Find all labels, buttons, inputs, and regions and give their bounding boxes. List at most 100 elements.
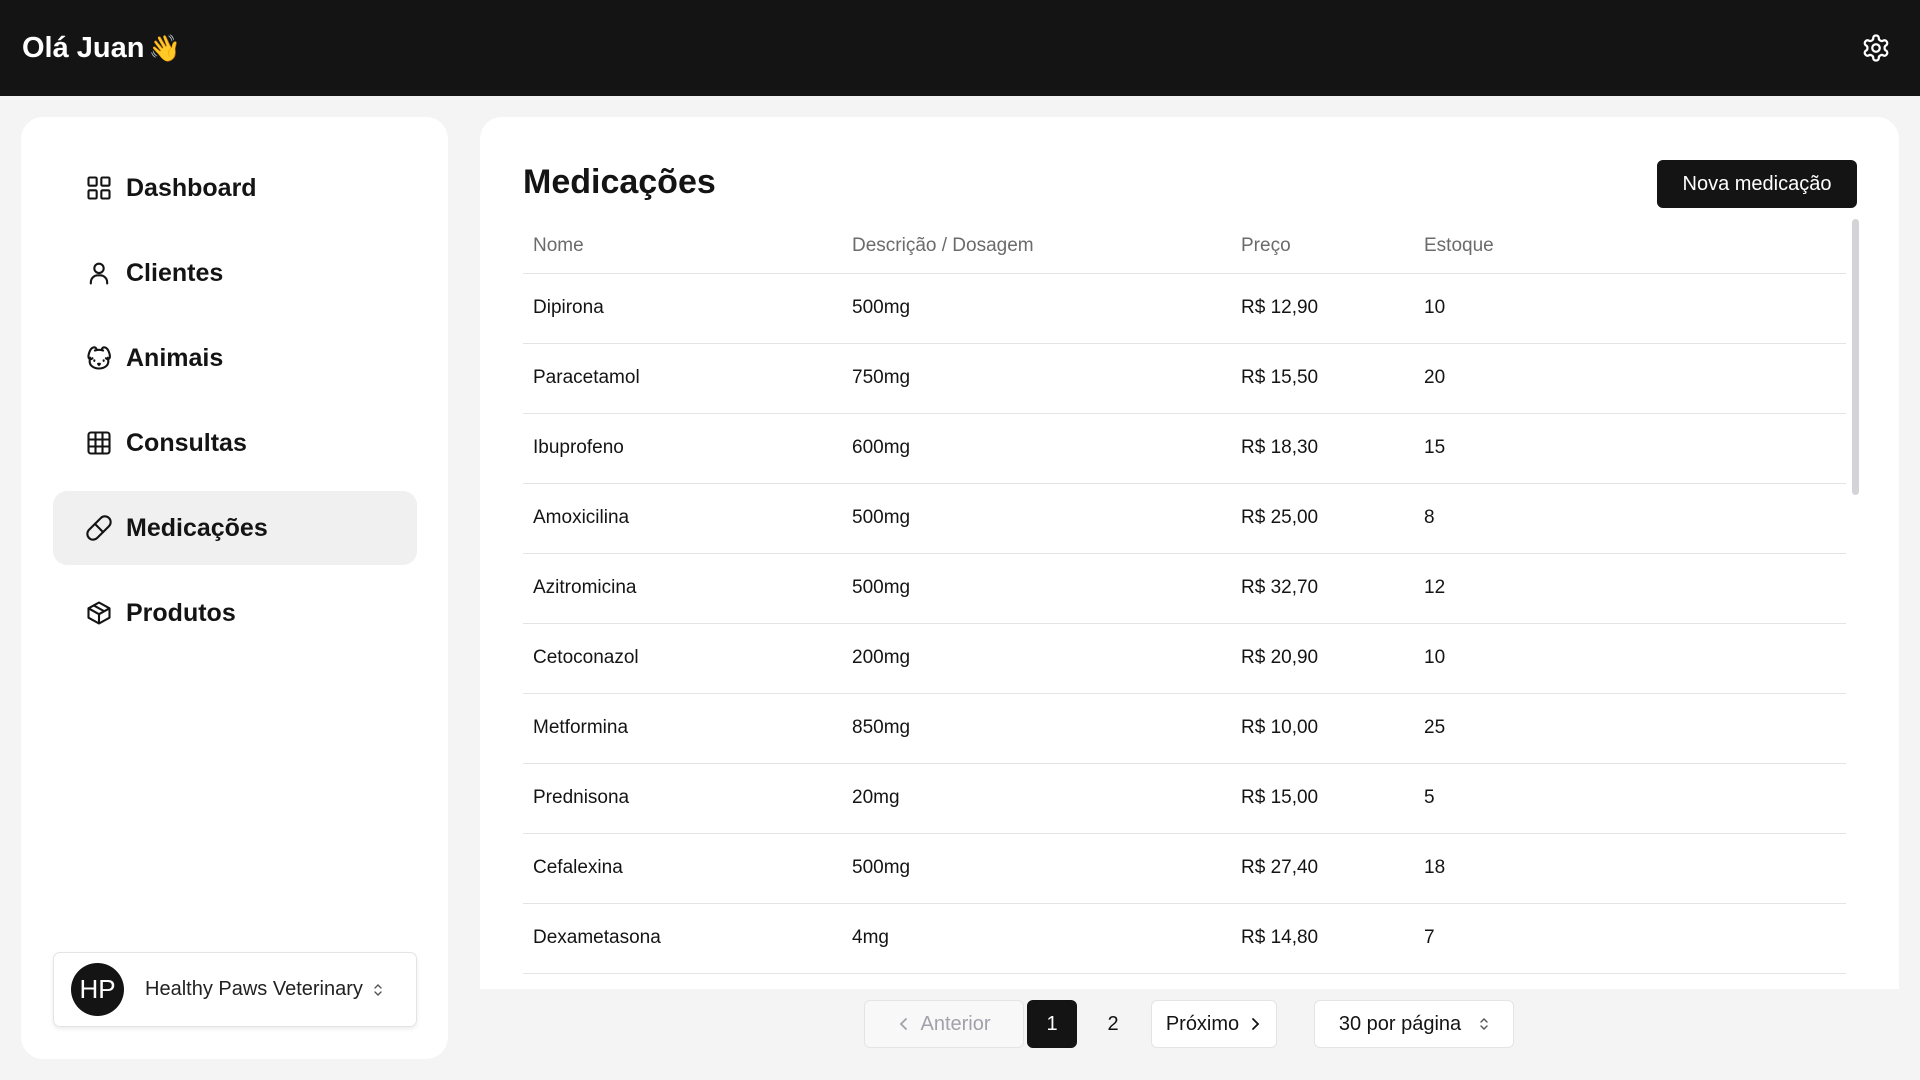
previous-page-button[interactable]: Anterior xyxy=(864,1000,1024,1048)
box-icon xyxy=(87,601,111,625)
cell-dosagem: 20mg xyxy=(842,763,1231,834)
organization-name: Healthy Paws Veterinary xyxy=(145,978,363,1000)
cell-preco: R$ 25,00 xyxy=(1231,483,1414,554)
sidebar-item-label: Dashboard xyxy=(126,173,257,202)
column-header-estoque: Estoque xyxy=(1414,219,1846,274)
table-row[interactable]: Dipirona 500mg R$ 12,90 10 xyxy=(523,273,1846,344)
cell-estoque: 25 xyxy=(1414,693,1846,764)
cell-preco: R$ 15,50 xyxy=(1231,343,1414,414)
cell-dosagem: 500mg xyxy=(842,553,1231,624)
medications-table: Nome Descrição / Dosagem Preço Estoque D… xyxy=(523,219,1846,974)
cell-dosagem: 600mg xyxy=(842,413,1231,484)
previous-label: Anterior xyxy=(920,1012,991,1035)
cell-estoque: 8 xyxy=(1414,483,1846,554)
sidebar-item-label: Clientes xyxy=(126,258,224,287)
sidebar-item-label: Produtos xyxy=(126,598,236,627)
cell-preco: R$ 10,00 xyxy=(1231,693,1414,764)
cell-nome: Azitromicina xyxy=(523,553,842,624)
cell-dosagem: 200mg xyxy=(842,623,1231,694)
sidebar-item-consultas[interactable]: Consultas xyxy=(53,406,417,480)
table-body: Dipirona 500mg R$ 12,90 10 Paracetamol 750mg R… xyxy=(523,273,1846,974)
cell-preco: R$ 20,90 xyxy=(1231,623,1414,694)
table-row[interactable]: Amoxicilina 500mg R$ 25,00 8 xyxy=(523,483,1846,554)
sidebar-nav: Dashboard Clientes Animais Consultas Med… xyxy=(53,151,417,661)
pagination: Anterior 1 2 Próximo 30 por página xyxy=(480,989,1899,1059)
cell-nome: Ibuprofeno xyxy=(523,413,842,484)
cell-estoque: 18 xyxy=(1414,833,1846,904)
cell-nome: Metformina xyxy=(523,693,842,764)
table-row[interactable]: Ibuprofeno 600mg R$ 18,30 15 xyxy=(523,413,1846,484)
pill-icon xyxy=(86,515,112,541)
table-row[interactable]: Paracetamol 750mg R$ 15,50 20 xyxy=(523,343,1846,414)
cell-estoque: 20 xyxy=(1414,343,1846,414)
cell-dosagem: 850mg xyxy=(842,693,1231,764)
table-row[interactable]: Azitromicina 500mg R$ 32,70 12 xyxy=(523,553,1846,624)
table-row[interactable]: Metformina 850mg R$ 10,00 25 xyxy=(523,693,1846,764)
sidebar-item-produtos[interactable]: Produtos xyxy=(53,576,417,650)
table-row[interactable]: Cetoconazol 200mg R$ 20,90 10 xyxy=(523,623,1846,694)
column-header-preco: Preço xyxy=(1231,219,1414,274)
sidebar-item-dashboard[interactable]: Dashboard xyxy=(53,151,417,225)
cell-preco: R$ 18,30 xyxy=(1231,413,1414,484)
medications-table-container: Nome Descrição / Dosagem Preço Estoque D… xyxy=(523,219,1846,989)
avatar: HP xyxy=(71,963,124,1016)
cell-dosagem: 500mg xyxy=(842,483,1231,554)
table-row[interactable]: Cefalexina 500mg R$ 27,40 18 xyxy=(523,833,1846,904)
user-icon xyxy=(89,262,109,285)
cell-nome: Amoxicilina xyxy=(523,483,842,554)
sidebar-item-label: Medicações xyxy=(126,513,268,542)
cell-estoque: 10 xyxy=(1414,623,1846,694)
cell-estoque: 12 xyxy=(1414,553,1846,624)
greeting: Olá Juan 👋 xyxy=(22,32,181,65)
cell-nome: Cetoconazol xyxy=(523,623,842,694)
chevrons-up-down-icon xyxy=(374,983,382,996)
page-button-1[interactable]: 1 xyxy=(1027,1000,1077,1048)
cell-nome: Dexametasona xyxy=(523,903,842,974)
greeting-text: Olá Juan xyxy=(22,31,145,64)
sidebar-item-medicacoes[interactable]: Medicações xyxy=(53,491,417,565)
per-page-label: 30 por página xyxy=(1338,1012,1462,1035)
sidebar-item-animais[interactable]: Animais xyxy=(53,321,417,395)
sidebar: Dashboard Clientes Animais Consultas Med… xyxy=(21,117,448,1059)
sidebar-item-label: Animais xyxy=(126,343,224,372)
wave-emoji: 👋 xyxy=(148,32,181,63)
table-row[interactable]: Dexametasona 4mg R$ 14,80 7 xyxy=(523,903,1846,974)
settings-button[interactable] xyxy=(1858,30,1894,66)
cell-dosagem: 750mg xyxy=(842,343,1231,414)
table-scrollbar[interactable] xyxy=(1852,219,1859,495)
organization-switcher[interactable]: HP Healthy Paws Veterinary xyxy=(53,952,417,1027)
gear-icon xyxy=(1863,34,1889,62)
new-medication-button[interactable]: Nova medicação xyxy=(1657,160,1857,208)
cell-preco: R$ 27,40 xyxy=(1231,833,1414,904)
cell-dosagem: 500mg xyxy=(842,273,1231,344)
next-label: Próximo xyxy=(1165,1012,1240,1035)
page-title: Medicações xyxy=(523,163,716,201)
main-panel: Medicações Nova medicação Nome Descrição… xyxy=(480,117,1899,1059)
chevrons-up-down-icon xyxy=(1480,1018,1488,1030)
table-icon xyxy=(87,431,111,455)
cell-preco: R$ 15,00 xyxy=(1231,763,1414,834)
chevron-left-icon xyxy=(900,1018,908,1030)
table-header-row: Nome Descrição / Dosagem Preço Estoque xyxy=(523,219,1846,274)
column-header-descricao: Descrição / Dosagem xyxy=(842,219,1231,274)
cell-estoque: 10 xyxy=(1414,273,1846,344)
sidebar-item-label: Consultas xyxy=(126,428,247,457)
cell-dosagem: 4mg xyxy=(842,903,1231,974)
cell-nome: Paracetamol xyxy=(523,343,842,414)
cell-nome: Prednisona xyxy=(523,763,842,834)
per-page-select[interactable]: 30 por página xyxy=(1314,1000,1514,1048)
cell-nome: Dipirona xyxy=(523,273,842,344)
sidebar-item-clientes[interactable]: Clientes xyxy=(53,236,417,310)
cell-estoque: 5 xyxy=(1414,763,1846,834)
page-button-2[interactable]: 2 xyxy=(1088,1000,1138,1048)
next-page-button[interactable]: Próximo xyxy=(1151,1000,1277,1048)
cell-estoque: 7 xyxy=(1414,903,1846,974)
cell-preco: R$ 32,70 xyxy=(1231,553,1414,624)
grid-icon xyxy=(87,176,111,200)
cell-dosagem: 500mg xyxy=(842,833,1231,904)
cell-estoque: 15 xyxy=(1414,413,1846,484)
cell-preco: R$ 12,90 xyxy=(1231,273,1414,344)
table-row[interactable]: Prednisona 20mg R$ 15,00 5 xyxy=(523,763,1846,834)
cell-preco: R$ 14,80 xyxy=(1231,903,1414,974)
top-bar: Olá Juan 👋 xyxy=(0,0,1920,96)
